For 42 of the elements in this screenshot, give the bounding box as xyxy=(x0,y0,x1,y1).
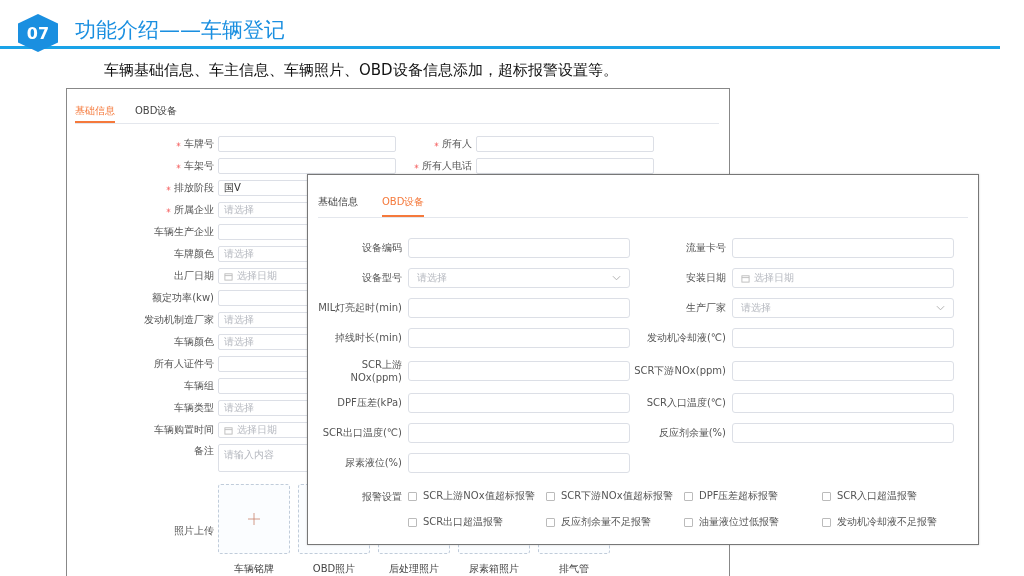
field-label: 车辆组 xyxy=(184,379,214,393)
field-label: 出厂日期 xyxy=(174,269,214,283)
field-label: 车架号 xyxy=(184,159,214,173)
field-label: 备注 xyxy=(194,444,214,458)
field-label: 车辆颜色 xyxy=(174,335,214,349)
field-label: 车牌号 xyxy=(184,137,214,151)
field-label: 掉线时长(min) xyxy=(334,331,402,345)
photo-label: 排气管 xyxy=(559,562,589,576)
field-label: 发动机制造厂家 xyxy=(144,313,214,327)
section-number-badge: 07 xyxy=(18,14,58,52)
field-label: SCR下游NOx(ppm) xyxy=(633,363,726,378)
field-label: 设备编码 xyxy=(361,241,402,255)
field-label: 尿素液位(%) xyxy=(343,456,402,470)
field-label: 照片上传 xyxy=(173,524,214,538)
photo-label: 后处理照片 xyxy=(389,562,439,576)
slide-subtitle: 车辆基础信息、车主信息、车辆照片、OBD设备信息添加，超标报警设置等。 xyxy=(103,60,619,80)
field-label: 额定功率(kw) xyxy=(152,291,214,305)
field-label: 车辆类型 xyxy=(174,401,214,415)
field-label: SCR出口温度(℃) xyxy=(321,426,402,440)
field-label: 报警设置 xyxy=(361,490,402,504)
field-label: DPF压差(kPa) xyxy=(336,396,402,410)
field-label: 所有人 xyxy=(442,137,472,151)
field-label: 生产厂家 xyxy=(685,301,726,315)
field-label: 排放阶段 xyxy=(174,181,214,195)
field-label: 所属企业 xyxy=(174,203,214,217)
field-label: 所有人证件号 xyxy=(154,357,214,371)
field-label: 发动机冷却液(℃) xyxy=(645,331,726,345)
field-label: 车牌颜色 xyxy=(174,247,214,261)
photo-label: 尿素箱照片 xyxy=(469,562,519,576)
field-label: 所有人电话 xyxy=(422,159,472,173)
field-label: 车辆生产企业 xyxy=(154,225,214,239)
field-label: 反应剂余量(%) xyxy=(657,426,726,440)
photo-label: 车辆铭牌 xyxy=(234,562,274,576)
field-label: MIL灯亮起时(min) xyxy=(318,301,402,315)
field-label: 流量卡号 xyxy=(685,241,726,255)
field-label: SCR上游NOx(ppm) xyxy=(349,358,402,383)
field-label: 设备型号 xyxy=(361,271,402,285)
slide-title: 功能介绍——车辆登记 xyxy=(75,17,285,44)
field-label: SCR入口温度(℃) xyxy=(645,396,726,410)
field-label: 车辆购置时间 xyxy=(154,423,214,437)
field-label: 安装日期 xyxy=(685,271,726,285)
photo-label: OBD照片 xyxy=(312,562,356,576)
